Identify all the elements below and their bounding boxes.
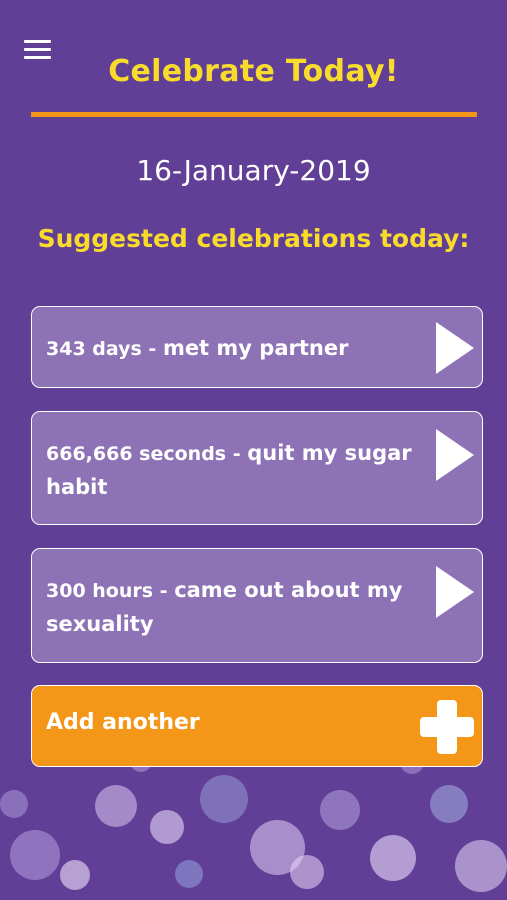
suggestion-text: 343 days - met my partner <box>46 332 426 366</box>
suggestion-duration: 300 hours - <box>46 580 175 602</box>
suggestion-duration: 666,666 seconds - <box>46 443 248 465</box>
play-arrow-icon[interactable] <box>436 566 474 618</box>
suggestion-description: met my partner <box>162 336 349 360</box>
page-title: Celebrate Today! <box>108 54 399 89</box>
suggestion-card-partner[interactable]: 343 days - met my partner <box>31 306 483 388</box>
suggestions-heading: Suggested celebrations today: <box>37 224 470 253</box>
suggestion-text: 666,666 seconds - quit my sugar habit <box>46 437 426 505</box>
suggestion-duration: 343 days - <box>46 338 163 360</box>
suggestion-card-sugar[interactable]: 666,666 seconds - quit my sugar habit <box>31 411 483 525</box>
suggestion-text: 300 hours - came out about my sexuality <box>46 574 426 642</box>
suggestion-card-sexuality[interactable]: 300 hours - came out about my sexuality <box>31 548 483 663</box>
plus-icon <box>420 700 474 754</box>
play-arrow-icon[interactable] <box>436 429 474 481</box>
play-arrow-icon[interactable] <box>436 322 474 374</box>
title-divider <box>31 112 477 117</box>
current-date: 16-January-2019 <box>136 154 371 187</box>
add-another-label: Add another <box>46 710 200 735</box>
add-another-button[interactable]: Add another <box>31 685 483 767</box>
